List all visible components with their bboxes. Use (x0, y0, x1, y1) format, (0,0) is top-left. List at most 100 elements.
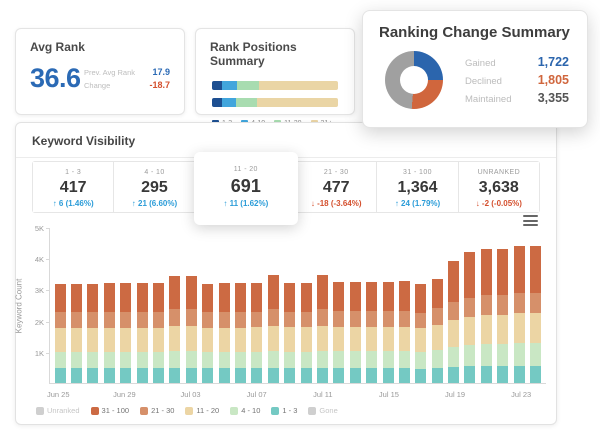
y-tick-label: 2K (22, 318, 44, 327)
bar-segment-21-30 (153, 312, 164, 328)
rank-bar-segment (236, 98, 257, 107)
bar-segment-11-20 (301, 327, 312, 351)
bar-segment-21-30 (71, 312, 82, 328)
legend-label: 31 - 100 (102, 406, 130, 415)
bar-segment-21-30 (514, 293, 525, 313)
bar-segment-21-30 (268, 309, 279, 326)
chart-legend-item-unranked[interactable]: Unranked (36, 406, 80, 415)
legend-swatch (91, 407, 99, 415)
stacked-bar (219, 283, 230, 383)
stat-card-31-100[interactable]: 31 - 1001,364↑ 24 (1.79%) (377, 162, 458, 212)
chart-legend-item-gone[interactable]: Gone (308, 406, 337, 415)
chart-legend-item-4-10[interactable]: 4 - 10 (230, 406, 260, 415)
ranking-change-legend: Gained1,722Declined1,805Maintained3,355 (465, 51, 569, 109)
bar-segment-11-20 (415, 328, 426, 352)
stat-card-11-20[interactable]: 11 - 20691↑ 11 (1.62%) (194, 152, 298, 225)
bar-segment-11-20 (530, 313, 541, 343)
bar-segment-31-100 (415, 284, 426, 312)
prev-avg-rank-row: Prev. Avg Rank 17.9 (84, 67, 170, 77)
bar-segment-4-10 (350, 351, 361, 368)
bar-segment-4-10 (251, 352, 262, 369)
bar-segment-21-30 (120, 312, 131, 328)
chart-bars (50, 228, 546, 383)
stat-range-label: 11 - 20 (194, 166, 298, 173)
bar-segment-31-100 (251, 283, 262, 312)
bar-segment-4-10 (284, 352, 295, 369)
bar-segment-31-100 (169, 276, 180, 310)
bar-segment-11-20 (120, 328, 131, 352)
y-tick-label: 4K (22, 255, 44, 264)
bar-segment-11-20 (383, 327, 394, 351)
stat-card-4-10[interactable]: 4 - 10295↑ 21 (6.60%) (114, 162, 195, 212)
rank-bar-segment (259, 81, 338, 90)
bar-segment-21-30 (333, 311, 344, 327)
bar-segment-21-30 (87, 312, 98, 328)
bar-segment-1-3 (137, 368, 148, 383)
stacked-bar (432, 279, 443, 383)
stat-card-21-30[interactable]: 21 - 30477↓ -18 (-3.64%) (296, 162, 377, 212)
bar-segment-4-10 (514, 343, 525, 365)
chart-legend-item-21-30[interactable]: 21 - 30 (140, 406, 174, 415)
stacked-bar (350, 282, 361, 383)
bar-segment-1-3 (55, 368, 66, 383)
avg-rank-card: Avg Rank 36.6 Prev. Avg Rank 17.9 Change… (15, 28, 185, 115)
chart-menu-button[interactable] (523, 215, 538, 226)
chart-legend-item-31-100[interactable]: 31 - 100 (91, 406, 130, 415)
ranking-change-legend-row: Declined1,805 (465, 73, 569, 87)
bar-segment-21-30 (399, 311, 410, 327)
y-tick-label: 5K (22, 224, 44, 233)
bar-segment-4-10 (87, 352, 98, 369)
chart-legend-item-11-20[interactable]: 11 - 20 (185, 406, 219, 415)
bar-segment-1-3 (317, 368, 328, 383)
bar-segment-1-3 (87, 368, 98, 383)
up-arrow-icon: ↑ (53, 199, 59, 208)
chart-legend-item-1-3[interactable]: 1 - 3 (271, 406, 297, 415)
legend-swatch (185, 407, 193, 415)
bar-segment-31-100 (301, 283, 312, 312)
stat-change: ↑ 24 (1.79%) (377, 199, 457, 208)
x-tick-label: Jun 25 (47, 390, 70, 399)
stat-card-1-3[interactable]: 1 - 3417↑ 6 (1.46%) (33, 162, 114, 212)
bar-segment-4-10 (317, 351, 328, 368)
stacked-bar (415, 284, 426, 383)
bar-segment-11-20 (317, 326, 328, 351)
stacked-bar (235, 283, 246, 383)
bar-segment-31-100 (202, 284, 213, 312)
stacked-bar (497, 249, 508, 383)
down-arrow-icon: ↓ (311, 199, 317, 208)
bar-segment-31-100 (333, 282, 344, 311)
bar-segment-21-30 (55, 312, 66, 328)
bar-segment-21-30 (301, 312, 312, 328)
legend-swatch (308, 407, 316, 415)
bar-segment-1-3 (104, 368, 115, 383)
legend-swatch (36, 407, 44, 415)
x-tick-label: Jul 23 (511, 390, 531, 399)
bar-segment-21-30 (284, 312, 295, 328)
down-arrow-icon: ↓ (476, 199, 482, 208)
rank-positions-bar (212, 81, 338, 90)
stacked-bar (317, 275, 328, 383)
stacked-bar (530, 246, 541, 383)
bar-segment-1-3 (301, 368, 312, 383)
bar-segment-21-30 (137, 312, 148, 328)
stat-card-unranked[interactable]: UNRANKED3,638↓ -2 (-0.05%) (459, 162, 539, 212)
bar-segment-11-20 (104, 328, 115, 352)
bar-segment-31-100 (481, 249, 492, 295)
up-arrow-icon: ↑ (395, 199, 401, 208)
bar-segment-11-20 (219, 328, 230, 352)
stat-value: 417 (33, 179, 113, 197)
stacked-bar (137, 283, 148, 383)
stat-value: 1,364 (377, 179, 457, 197)
rank-bar-segment (212, 81, 222, 90)
bar-segment-11-20 (399, 327, 410, 351)
bar-segment-11-20 (235, 328, 246, 352)
stacked-bar (202, 284, 213, 383)
x-tick-label: Jun 29 (113, 390, 136, 399)
legend-swatch (271, 407, 279, 415)
stacked-bar (383, 282, 394, 383)
bar-segment-11-20 (514, 313, 525, 343)
bar-segment-31-100 (137, 283, 148, 312)
bar-segment-21-30 (530, 293, 541, 313)
bar-segment-11-20 (55, 328, 66, 352)
bar-segment-4-10 (448, 347, 459, 367)
